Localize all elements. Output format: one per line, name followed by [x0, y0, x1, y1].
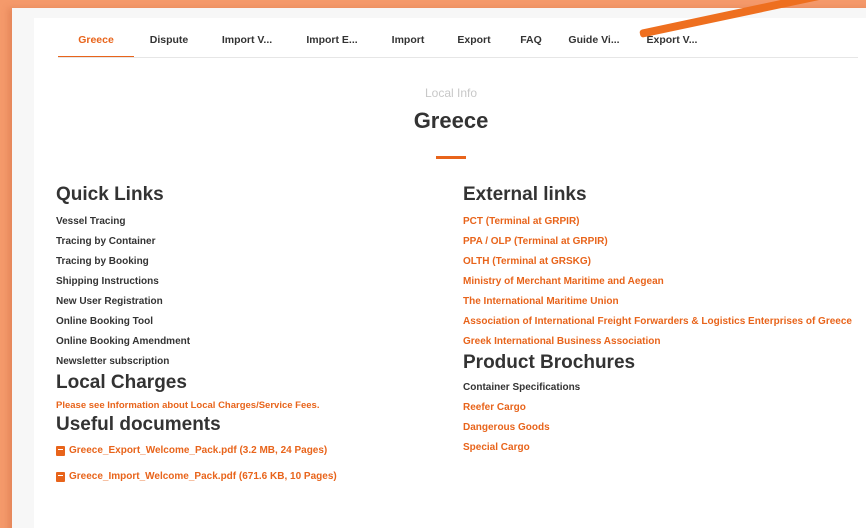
- brochure-special-cargo[interactable]: Special Cargo: [463, 438, 863, 458]
- tab-guide-vi[interactable]: Guide Vi...: [556, 28, 632, 58]
- quick-links-heading: Quick Links: [56, 184, 164, 205]
- left-column: Quick Links Vessel Tracing Tracing by Co…: [56, 184, 436, 490]
- external-link-ppa-olp[interactable]: PPA / OLP (Terminal at GRPIR): [463, 232, 863, 252]
- document-link-label: Greece_Export_Welcome_Pack.pdf (3.2 MB, …: [69, 445, 328, 456]
- external-link-ministry[interactable]: Ministry of Merchant Maritime and Aegean: [463, 272, 863, 292]
- useful-documents-heading: Useful documents: [56, 414, 221, 435]
- external-link-pct[interactable]: PCT (Terminal at GRPIR): [463, 212, 863, 232]
- right-column: External links PCT (Terminal at GRPIR) P…: [463, 184, 863, 458]
- document-link-export-pack[interactable]: Greece_Export_Welcome_Pack.pdf (3.2 MB, …: [56, 438, 436, 464]
- external-link-freight-forwarders[interactable]: Association of International Freight For…: [463, 312, 863, 332]
- local-charges-link[interactable]: Please see Information about Local Charg…: [56, 398, 436, 414]
- tab-bar: Greece Dispute Import V... Import E... I…: [58, 28, 712, 58]
- quick-link-online-booking-tool[interactable]: Online Booking Tool: [56, 312, 436, 332]
- page-title: Greece: [413, 108, 489, 133]
- page-subtitle: Local Info: [424, 86, 478, 100]
- external-links-heading: External links: [463, 184, 587, 205]
- quick-link-shipping-instructions[interactable]: Shipping Instructions: [56, 272, 436, 292]
- tab-export[interactable]: Export: [442, 28, 506, 58]
- tab-faq[interactable]: FAQ: [506, 28, 556, 58]
- document-link-label: Greece_Import_Welcome_Pack.pdf (671.6 KB…: [69, 471, 337, 482]
- tab-greece[interactable]: Greece: [58, 28, 134, 58]
- brochure-container-specifications[interactable]: Container Specifications: [463, 378, 863, 398]
- quick-link-new-user-registration[interactable]: New User Registration: [56, 292, 436, 312]
- quick-link-newsletter[interactable]: Newsletter subscription: [56, 352, 436, 372]
- tab-bar-underline: [58, 57, 858, 58]
- title-accent-bar: [436, 156, 466, 159]
- pdf-icon: [56, 472, 65, 482]
- external-link-olth[interactable]: OLTH (Terminal at GRSKG): [463, 252, 863, 272]
- local-charges-heading: Local Charges: [56, 372, 187, 393]
- tab-dispute[interactable]: Dispute: [134, 28, 204, 58]
- pdf-icon: [56, 446, 65, 456]
- brochure-dangerous-goods[interactable]: Dangerous Goods: [463, 418, 863, 438]
- external-link-business-association[interactable]: Greek International Business Association: [463, 332, 863, 352]
- document-link-import-pack[interactable]: Greece_Import_Welcome_Pack.pdf (671.6 KB…: [56, 464, 436, 490]
- brochure-reefer-cargo[interactable]: Reefer Cargo: [463, 398, 863, 418]
- quick-link-vessel-tracing[interactable]: Vessel Tracing: [56, 212, 436, 232]
- tab-import-v[interactable]: Import V...: [204, 28, 290, 58]
- external-link-maritime-union[interactable]: The International Maritime Union: [463, 292, 863, 312]
- content-card: Greece Dispute Import V... Import E... I…: [34, 18, 866, 528]
- product-brochures-heading: Product Brochures: [463, 352, 636, 373]
- tab-import-e[interactable]: Import E...: [290, 28, 374, 58]
- tab-import[interactable]: Import: [374, 28, 442, 58]
- quick-link-online-booking-amendment[interactable]: Online Booking Amendment: [56, 332, 436, 352]
- quick-link-tracing-booking[interactable]: Tracing by Booking: [56, 252, 436, 272]
- quick-link-tracing-container[interactable]: Tracing by Container: [56, 232, 436, 252]
